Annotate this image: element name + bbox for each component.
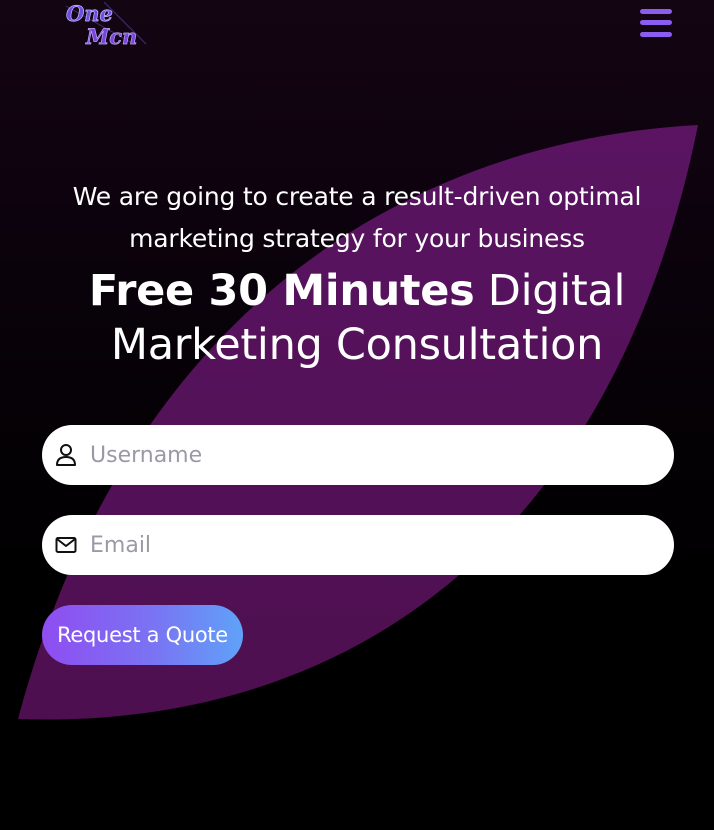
hero-subtitle: We are going to create a result-driven o…	[57, 176, 657, 260]
hero-headline-rest: Digital	[474, 266, 626, 316]
hero-headline-strong: Free 30 Minutes	[88, 266, 475, 316]
hero-subtitle-line1: We are going to create a result-driven o…	[72, 182, 642, 211]
background-leaf-shape	[18, 125, 698, 720]
email-input[interactable]	[90, 525, 650, 565]
logo[interactable]: One Mcn	[64, 0, 148, 50]
hero-headline: Free 30 Minutes Digital Marketing Consul…	[37, 264, 677, 372]
hero-section: We are going to create a result-driven o…	[0, 176, 714, 372]
email-field[interactable]	[42, 515, 674, 575]
logo-text-line1: One	[66, 1, 113, 26]
logo-icon: One Mcn	[66, 1, 147, 49]
page: One Mcn We are going to create a result-…	[0, 0, 714, 830]
hero-headline-line2: Marketing Consultation	[110, 320, 604, 370]
username-input[interactable]	[90, 435, 650, 475]
logo-text-line2: Mcn	[85, 24, 137, 49]
mail-icon	[54, 533, 78, 557]
username-field[interactable]	[42, 425, 674, 485]
request-quote-button[interactable]: Request a Quote	[42, 605, 243, 665]
menu-button[interactable]	[636, 6, 676, 40]
user-icon	[54, 443, 78, 467]
hero-subtitle-line2: marketing strategy for your business	[129, 224, 585, 253]
